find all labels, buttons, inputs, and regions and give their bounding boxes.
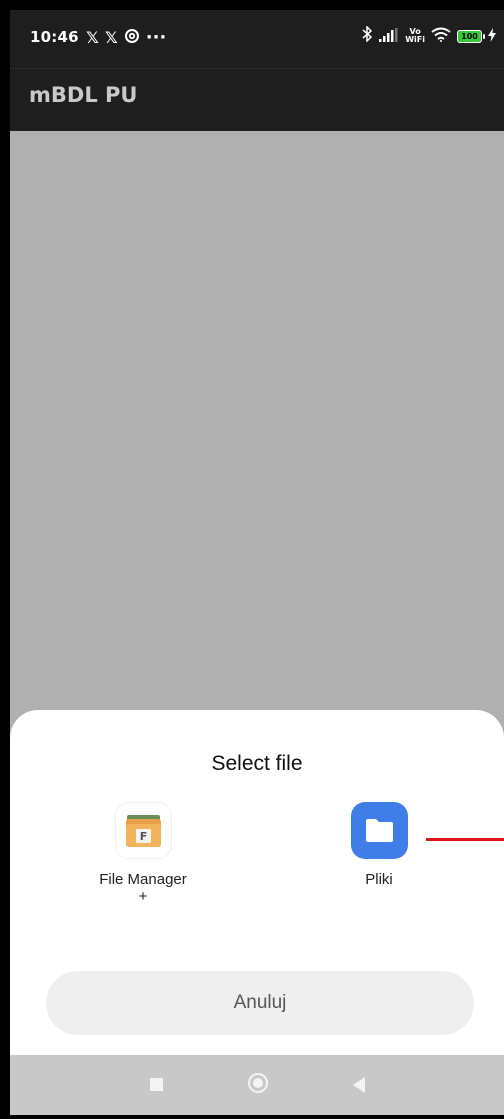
threads-icon [124,28,140,48]
sheet-title: Select file [211,752,303,775]
annotation-arrow [426,838,504,841]
more-dots-icon: ··· [145,27,167,48]
bluetooth-icon [362,25,373,46]
file-manager-label-line1: File Manager [99,871,187,888]
app-bar: mBDL PU [10,68,504,131]
recents-icon[interactable] [150,1078,163,1091]
signal-icon [379,27,399,46]
x-logo-icon: 𝕏 [86,28,99,47]
cancel-button[interactable]: Anuluj [46,971,474,1035]
back-icon[interactable] [353,1077,365,1093]
status-bar: 10:46 𝕏 𝕏 ··· Vo WiFi 100 [10,10,504,68]
battery-icon: 100 [457,29,485,43]
navigation-bar [10,1055,504,1115]
svg-text:F: F [139,830,147,843]
vowifi-icon: Vo WiFi [405,28,425,44]
file-manager-label-line2: + [138,888,148,905]
wifi-icon [431,27,451,46]
folder-icon[interactable] [350,802,408,859]
file-manager-label: File Manager + [53,871,233,905]
status-time: 10:46 [30,28,79,46]
pliki-option[interactable]: Pliki [289,802,469,888]
file-manager-option[interactable]: F File Manager + [53,802,233,905]
app-title: mBDL PU [29,83,138,107]
system-icons: Vo WiFi 100 [362,25,496,46]
charging-icon [488,27,496,46]
screen: 10:46 𝕏 𝕏 ··· Vo WiFi 100 mBDL PU Select… [10,10,504,1115]
phone-frame: 10:46 𝕏 𝕏 ··· Vo WiFi 100 mBDL PU Select… [0,0,504,1119]
file-manager-icon[interactable]: F [114,802,172,859]
home-icon[interactable] [248,1073,268,1093]
vowifi-bottom-label: WiFi [405,35,425,44]
x-logo-icon: 𝕏 [104,28,118,47]
select-file-sheet: Select file F File Manager + Pliki Anulu… [10,710,504,1055]
pliki-label: Pliki [365,871,393,888]
notification-icons: 𝕏 𝕏 ··· [86,27,166,48]
